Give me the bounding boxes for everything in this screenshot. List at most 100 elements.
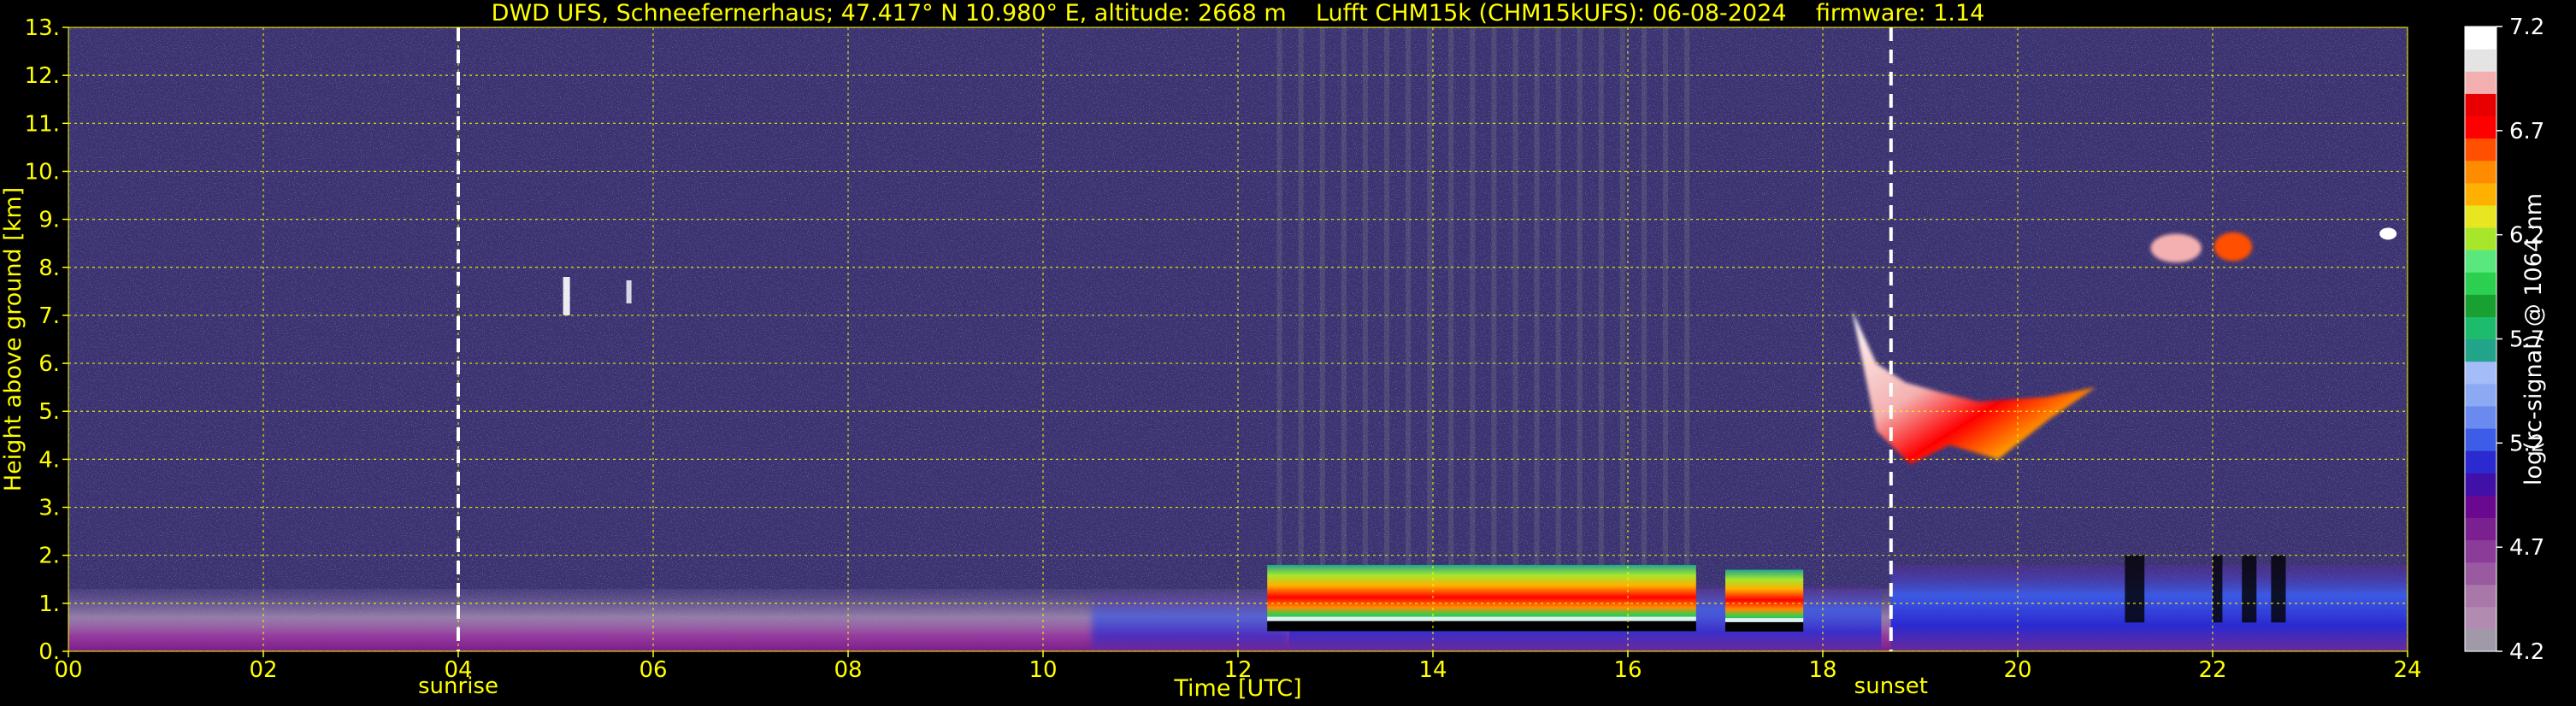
plot-area (68, 27, 2408, 651)
x-tick-label: 08 (834, 657, 862, 683)
colorbar-swatch (2465, 495, 2496, 518)
sunrise-label: sunrise (418, 674, 498, 699)
convective-clouds-2-edge (1725, 618, 1804, 622)
y-tick-label: 1. (38, 591, 60, 617)
colorbar-swatch (2465, 93, 2496, 117)
colorbar-swatch (2465, 539, 2496, 563)
x-tick-label: 22 (2198, 657, 2226, 683)
early-cirrus (563, 277, 570, 315)
y-tick-label: 6. (38, 351, 60, 377)
convective-clouds-2 (1725, 569, 1804, 626)
colorbar-swatch (2465, 338, 2496, 362)
y-tick-label: 5. (38, 399, 60, 425)
convective-clouds-1-base (1267, 621, 1696, 632)
y-tick-label: 0. (38, 639, 60, 665)
colorbar-tick-label: 7.2 (2509, 15, 2544, 40)
x-axis-label: Time [UTC] (1173, 675, 1301, 702)
colorbar-swatch (2465, 562, 2496, 585)
virga-streak (1491, 27, 1497, 565)
colorbar-tick-label: 4.7 (2509, 535, 2544, 561)
colorbar-swatch (2465, 316, 2496, 340)
virga-streak (1555, 27, 1561, 565)
y-tick-label: 3. (38, 496, 60, 521)
x-tick-label: 06 (639, 657, 667, 683)
virga-streak (1298, 27, 1304, 565)
virga-streak (1319, 27, 1325, 565)
y-axis-ticks: 0. 1. 2. 3. 4. 5. 6. 7. 8. 9. 10. 11. 12. 13. (25, 15, 68, 665)
virga-streak (1362, 27, 1368, 565)
y-tick-label: 9. (38, 208, 60, 233)
early-cirrus (626, 280, 632, 303)
y-tick-label: 8. (38, 256, 60, 281)
convective-clouds-1 (1267, 564, 1696, 624)
colorbar-swatch (2465, 294, 2496, 317)
virga-streak (1534, 27, 1540, 565)
colorbar-swatch (2465, 473, 2496, 496)
virga-streak (1470, 27, 1476, 565)
colorbar-tick-label: 6.7 (2509, 119, 2544, 144)
virga-streak (1276, 27, 1282, 565)
colorbar-swatch (2465, 427, 2496, 451)
convective-clouds-1-edge (1267, 616, 1696, 621)
colorbar-swatch (2465, 115, 2496, 139)
colorbar-swatch (2465, 584, 2496, 608)
colorbar-swatch (2465, 49, 2496, 72)
virga-streak (1663, 27, 1669, 565)
cirrus-fragment (2379, 227, 2397, 240)
colorbar-swatch (2465, 517, 2496, 541)
x-tick-label: 24 (2393, 657, 2421, 683)
ceilometer-chart: DWD UFS, Schneefernerhaus; 47.417° N 10.… (0, 0, 2547, 702)
colorbar-swatch (2465, 204, 2496, 228)
colorbar-label: log(rc-signal) @ 1064 nm (2520, 193, 2547, 485)
colorbar-swatch (2465, 26, 2496, 50)
colorbar (2464, 26, 2497, 652)
y-tick-label: 4. (38, 447, 60, 473)
colorbar-swatch (2465, 71, 2496, 94)
colorbar-swatch (2465, 606, 2496, 630)
colorbar-swatch (2465, 628, 2496, 652)
colorbar-swatch (2465, 160, 2496, 184)
virga-streak (1341, 27, 1347, 565)
y-tick-label: 13. (25, 15, 60, 41)
colorbar-swatch (2465, 383, 2496, 407)
y-tick-label: 12. (25, 63, 60, 89)
colorbar-swatch (2465, 361, 2496, 385)
x-tick-label: 14 (1418, 657, 1447, 683)
y-tick-label: 7. (38, 303, 60, 329)
virga-streak (1598, 27, 1604, 565)
y-tick-label: 11. (25, 111, 60, 137)
precipitation-streak (2242, 555, 2257, 623)
colorbar-swatch (2465, 405, 2496, 429)
virga-streak (1684, 27, 1690, 565)
boundary-layer-blue-evening (1890, 564, 2408, 651)
colorbar-swatch (2465, 250, 2496, 273)
precipitation-streak (2125, 555, 2145, 623)
y-tick-label: 2. (38, 544, 60, 569)
precipitation-streak (2213, 555, 2223, 623)
y-tick-label: 10. (25, 159, 60, 185)
virga-streak (1406, 27, 1412, 565)
virga-streak (1577, 27, 1583, 565)
colorbar-tick-label: 4.2 (2509, 639, 2544, 665)
cirrus-patch (2213, 232, 2253, 262)
virga-streak (1384, 27, 1389, 565)
sunset-label: sunset (1854, 674, 1928, 699)
virga-streak (1641, 27, 1647, 565)
x-tick-label: 10 (1029, 657, 1057, 683)
x-tick-label: 20 (2003, 657, 2031, 683)
virga-streak (1448, 27, 1454, 565)
x-tick-label: 02 (249, 657, 277, 683)
precipitation-streak (2271, 555, 2286, 623)
colorbar-swatch (2465, 182, 2496, 206)
colorbar-swatch (2465, 450, 2496, 474)
cirrus-patch (2150, 233, 2202, 263)
x-tick-label: 16 (1613, 657, 1642, 683)
virga-streak (1512, 27, 1518, 565)
convective-clouds-2-base (1725, 621, 1804, 632)
chart-title: DWD UFS, Schneefernerhaus; 47.417° N 10.… (492, 0, 1985, 26)
colorbar-swatch (2465, 272, 2496, 295)
virga-streak (1619, 27, 1625, 565)
virga-streak (1427, 27, 1433, 565)
colorbar-swatch (2465, 227, 2496, 250)
y-axis-label: Height above ground [km] (0, 187, 27, 491)
